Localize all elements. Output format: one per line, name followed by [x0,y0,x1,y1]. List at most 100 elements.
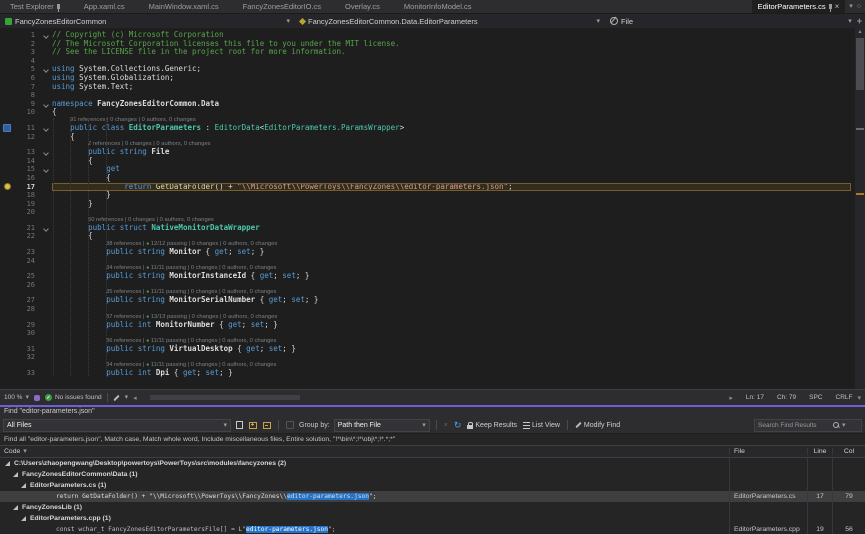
tab-overlay-cs[interactable]: Overlay.cs [339,0,386,13]
tab-app-xaml-cs[interactable]: App.xaml.cs [78,0,131,13]
tree-expanded-icon[interactable] [13,472,18,477]
code-text: using System.Globalization; [52,74,865,83]
line-number: 21 [14,224,40,233]
split-editor-icon[interactable]: + [857,16,862,26]
scrollbar-thumb[interactable] [150,395,300,400]
refresh-button[interactable]: ↻ [453,420,463,431]
tree-expanded-icon[interactable] [21,516,26,521]
code-editor[interactable]: 1// Copyright (c) Microsoft Corporation2… [0,28,865,389]
editor-status-bar: 100 % ▾ ✓ No issues found ▾ ◂ ▸ Ln: 17 C… [0,389,865,405]
column-header-file[interactable]: File [729,448,807,455]
zoom-selector[interactable]: 100 % ▾ [4,394,29,401]
result-file [729,513,807,524]
fold-margin[interactable] [40,67,52,72]
column-header-line[interactable]: Line [807,448,832,455]
column-header-col[interactable]: Col [832,448,865,455]
tracked-changes-icon[interactable] [113,394,119,400]
tree-expanded-icon[interactable] [21,483,26,488]
fold-chevron-icon [43,150,49,156]
scroll-right-icon[interactable]: ▸ [729,394,733,402]
scope-dropdown[interactable]: All Files ▾ [3,419,231,432]
close-icon[interactable]: × [835,3,840,11]
line-number: 12 [14,133,40,142]
result-line [807,458,832,469]
chevron-down-icon[interactable]: ▾ [125,394,129,401]
tree-expanded-icon[interactable] [5,461,10,466]
code-text: public struct NativeMonitorDataWrapper [52,224,865,233]
tree-expanded-icon[interactable] [13,505,18,510]
fold-margin[interactable] [40,150,52,155]
modify-find-button[interactable]: Modify Find [574,422,621,429]
member-dropdown[interactable]: File [605,14,638,28]
close-icon: × [444,422,448,429]
lock-icon [467,422,473,429]
search-input[interactable] [758,422,830,429]
code-line: 31 public string VirtualDesktop { get; s… [0,345,865,354]
editor-health-icon[interactable] [34,395,40,401]
line-ending-indicator[interactable]: CRLF [836,394,853,401]
tab-mainwindow-xaml-cs[interactable]: MainWindow.xaml.cs [143,0,225,13]
fold-margin[interactable] [40,33,52,38]
result-text: EditorParameters.cpp (1) [0,515,729,522]
clear-results-button[interactable]: × [443,422,449,429]
result-col: 79 [832,491,865,502]
find-result-match-row[interactable]: const wchar_t FancyZonesEditorParameters… [0,524,865,534]
group-by-dropdown[interactable]: Path then File ▾ [334,419,430,432]
find-result-group-row[interactable]: EditorParameters.cpp (1) [0,513,865,524]
fold-margin[interactable] [40,102,52,107]
divider [107,393,108,402]
line-number: 26 [14,281,40,290]
pin-icon[interactable] [57,4,60,9]
sync-button[interactable] [285,421,295,429]
keep-results-button[interactable]: Keep Results [466,422,518,429]
tab-label: MonitorInfoModel.cs [404,2,472,11]
project-dropdown[interactable]: FancyZonesEditorCommon ▾ [0,14,295,28]
chevron-down-icon: ▾ [25,394,29,401]
tab-test-explorer[interactable]: Test Explorer [4,0,66,13]
collapse-all-button[interactable] [262,422,272,429]
divider [567,420,568,430]
tab-monitorinfomodel-cs[interactable]: MonitorInfoModel.cs [398,0,478,13]
margin-indicator-icon[interactable] [3,124,11,132]
glyph-margin [0,124,14,132]
tab-options-icon[interactable]: ○ [857,3,861,10]
code-line: 19 } [0,200,865,209]
line-number: 11 [14,124,40,133]
search-icon [833,422,839,428]
find-result-group-row[interactable]: EditorParameters.cs (1) [0,480,865,491]
code-text: get [52,165,865,174]
result-text: FancyZonesLib (1) [0,504,729,511]
tab-fancyzoneseditorio-cs[interactable]: FancyZonesEditorIO.cs [237,0,327,13]
chevron-down-icon[interactable]: ▾ [848,18,852,25]
column-header-code[interactable]: Code ▾ [0,448,729,455]
editor-vertical-scrollbar[interactable]: ▴ [855,28,865,389]
find-result-group-row[interactable]: FancyZonesLib (1) [0,502,865,513]
modify-find-label: Modify Find [584,422,620,429]
tab-editorparameters[interactable]: EditorParameters.cs × [752,0,846,13]
horizontal-scrollbar[interactable] [142,394,725,401]
scroll-down-icon[interactable]: ▾ [857,394,861,402]
issues-indicator[interactable]: ✓ No issues found [45,394,102,401]
result-col [832,502,865,513]
list-view-button[interactable]: List View [522,422,561,429]
spaces-indicator[interactable]: SPC [809,394,822,401]
fold-margin[interactable] [40,126,52,131]
scroll-left-icon[interactable]: ◂ [133,394,137,402]
line-number: 30 [14,329,40,338]
expand-all-button[interactable] [248,422,258,429]
line-number: 28 [14,305,40,314]
pin-icon[interactable] [829,4,832,9]
fold-margin[interactable] [40,167,52,172]
scroll-up-icon[interactable]: ▴ [855,28,865,36]
type-dropdown[interactable]: FancyZonesEditorCommon.Data.EditorParame… [295,14,605,28]
find-results-searchbox[interactable]: ▾ [754,419,862,432]
scrollbar-thumb[interactable] [856,38,864,90]
copy-button[interactable] [235,421,244,429]
fold-margin[interactable] [40,226,52,231]
chevron-down-icon[interactable]: ▾ [842,422,846,429]
quick-actions-bulb-icon[interactable] [4,183,11,190]
find-result-group-row[interactable]: C:\Users\zhaopengwang\Desktop\powertoys\… [0,458,865,469]
find-result-match-row[interactable]: return GetDataFolder() + "\\Microsoft\\P… [0,491,865,502]
find-result-group-row[interactable]: FancyZonesEditorCommon\Data (1) [0,469,865,480]
tab-list-dropdown-icon[interactable]: ▾ [849,3,853,10]
